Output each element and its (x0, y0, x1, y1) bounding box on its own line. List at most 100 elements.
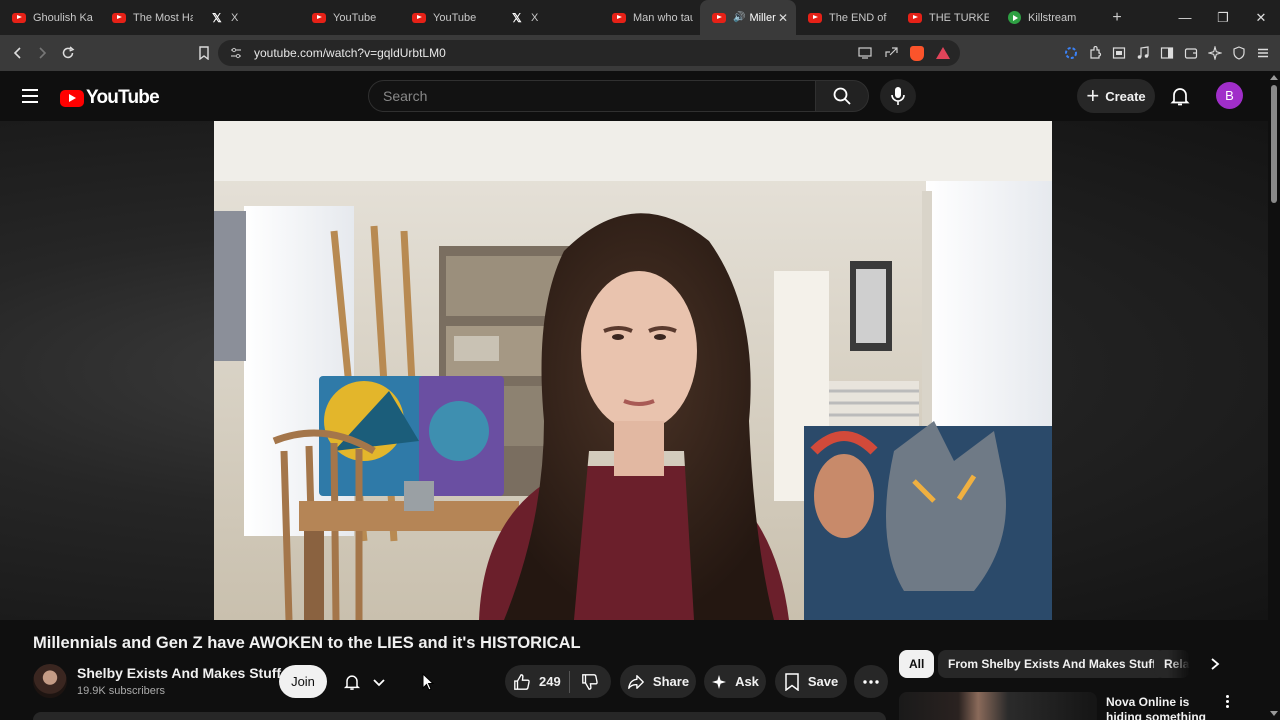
youtube-logo-text: YouTube (86, 87, 160, 108)
bookmark-button[interactable] (192, 41, 216, 65)
browser-tab-strip: Ghoulish Kar The Most Ha 𝕏X YouTube YouT… (0, 0, 1280, 35)
subscriber-count: 19.9K subscribers (77, 685, 166, 697)
youtube-icon (612, 12, 626, 23)
forward-arrow-icon (39, 47, 47, 59)
forward-button[interactable] (30, 41, 54, 65)
share-page-icon[interactable] (884, 47, 898, 59)
vpn-icon[interactable] (1064, 46, 1078, 60)
browser-menu-icon[interactable] (1256, 46, 1270, 60)
like-button[interactable]: 249 (505, 673, 569, 691)
recommended-video-title[interactable]: Nova Online is hiding something (1106, 695, 1206, 720)
mouse-cursor-icon (422, 673, 434, 691)
youtube-header: YouTube + Create B (0, 71, 1268, 121)
site-info-icon[interactable] (230, 47, 242, 59)
browser-tab[interactable]: YouTube (400, 0, 500, 35)
browser-toolbar: youtube.com/watch?v=gqldUrbtLM0 (0, 35, 1280, 71)
share-button[interactable]: Share (620, 665, 696, 698)
youtube-icon (112, 12, 126, 23)
chips-next-button[interactable] (1202, 651, 1228, 677)
video-frame[interactable] (214, 121, 1052, 620)
microphone-icon (891, 87, 905, 105)
video-frame-image (214, 121, 1052, 620)
bell-icon (343, 675, 361, 690)
new-tab-button[interactable]: + (1102, 9, 1132, 27)
channel-name[interactable]: Shelby Exists And Makes Stuff (77, 665, 281, 681)
account-avatar[interactable]: B (1216, 82, 1243, 109)
save-label: Save (807, 674, 839, 689)
wallet-icon[interactable] (1184, 46, 1198, 60)
scrollbar-thumb[interactable] (1271, 85, 1277, 203)
brave-shields-icon[interactable] (910, 45, 924, 61)
tab-title: Miller (749, 11, 776, 24)
browser-tab[interactable]: The Most Ha (100, 0, 200, 35)
bookmark-save-icon (785, 672, 799, 691)
vpn-shield-icon[interactable] (1232, 46, 1246, 60)
tab-title: X (531, 11, 539, 24)
tab-close-icon[interactable]: ✕ (778, 11, 788, 25)
share-label: Share (652, 674, 690, 689)
youtube-icon (908, 12, 922, 23)
youtube-play-logo-icon (60, 89, 84, 107)
browser-tab[interactable]: 𝕏X (500, 0, 600, 35)
tab-title: X (231, 11, 239, 24)
like-count: 249 (539, 674, 561, 689)
search-input[interactable] (369, 81, 815, 111)
browser-tab[interactable]: 𝕏X (200, 0, 300, 35)
browser-tab[interactable]: Killstream (996, 0, 1096, 35)
plus-icon: + (1086, 83, 1100, 108)
browser-tab[interactable]: Man who tau (600, 0, 700, 35)
video-player-area[interactable] (0, 121, 1268, 620)
reload-icon (62, 46, 75, 59)
browser-tab[interactable]: The END of U (796, 0, 896, 35)
recommended-video-thumbnail[interactable] (899, 692, 1097, 720)
dislike-button[interactable] (570, 673, 610, 691)
chip-related[interactable]: Related (1154, 650, 1190, 678)
more-actions-button[interactable] (854, 665, 888, 698)
leo-ai-icon[interactable] (1208, 46, 1222, 60)
youtube-logo[interactable]: YouTube (60, 87, 160, 109)
x-icon: 𝕏 (512, 10, 522, 25)
address-bar[interactable]: youtube.com/watch?v=gqldUrbtLM0 (218, 40, 960, 66)
reload-button[interactable] (56, 41, 80, 65)
channel-avatar[interactable] (33, 664, 67, 698)
chevron-right-icon (1211, 658, 1220, 670)
video-title: Millennials and Gen Z have AWOKEN to the… (33, 634, 581, 652)
subscription-notifications-button[interactable] (336, 668, 400, 696)
ask-button[interactable]: Ask (704, 665, 766, 698)
play-icon (1008, 11, 1021, 24)
restore-button[interactable]: ❐ (1204, 0, 1242, 35)
sparkle-icon (712, 674, 727, 689)
screenshot-icon[interactable] (1112, 46, 1126, 60)
back-button[interactable] (6, 41, 30, 65)
extensions-icon[interactable] (1088, 46, 1102, 60)
recommended-more-icon[interactable] (1221, 695, 1233, 713)
browser-tab-active[interactable]: 🔊 Miller ✕ (700, 0, 796, 35)
browser-tab[interactable]: YouTube (300, 0, 400, 35)
voice-search-button[interactable] (880, 79, 916, 113)
description-box[interactable] (33, 712, 886, 720)
scroll-down-arrow-icon[interactable] (1270, 711, 1278, 716)
sidebar-icon[interactable] (1160, 46, 1174, 60)
tab-title: YouTube (433, 11, 477, 24)
cast-icon[interactable] (858, 47, 872, 59)
browser-tab[interactable]: THE TURKEY (896, 0, 996, 35)
tab-title: Ghoulish Kar (33, 11, 93, 24)
save-button[interactable]: Save (775, 665, 847, 698)
tab-title: Killstream (1028, 11, 1077, 24)
notifications-bell-icon[interactable] (1168, 84, 1192, 108)
guide-menu-icon[interactable] (22, 89, 38, 103)
speaker-icon[interactable]: 🔊 (733, 12, 745, 23)
media-icon[interactable] (1136, 46, 1150, 60)
scroll-up-arrow-icon[interactable] (1270, 75, 1278, 80)
window-controls: — ❐ ✕ (1166, 0, 1280, 35)
join-button[interactable]: Join (279, 665, 327, 698)
chip-from-channel[interactable]: From Shelby Exists And Makes Stuff (938, 650, 1167, 678)
page-scrollbar[interactable] (1268, 71, 1280, 720)
close-window-button[interactable]: ✕ (1242, 0, 1280, 35)
minimize-button[interactable]: — (1166, 0, 1204, 35)
brave-rewards-icon[interactable] (936, 47, 950, 59)
create-button[interactable]: + Create (1077, 79, 1155, 113)
chip-all[interactable]: All (899, 650, 935, 678)
search-button[interactable] (815, 80, 869, 112)
browser-tab[interactable]: Ghoulish Kar (0, 0, 100, 35)
